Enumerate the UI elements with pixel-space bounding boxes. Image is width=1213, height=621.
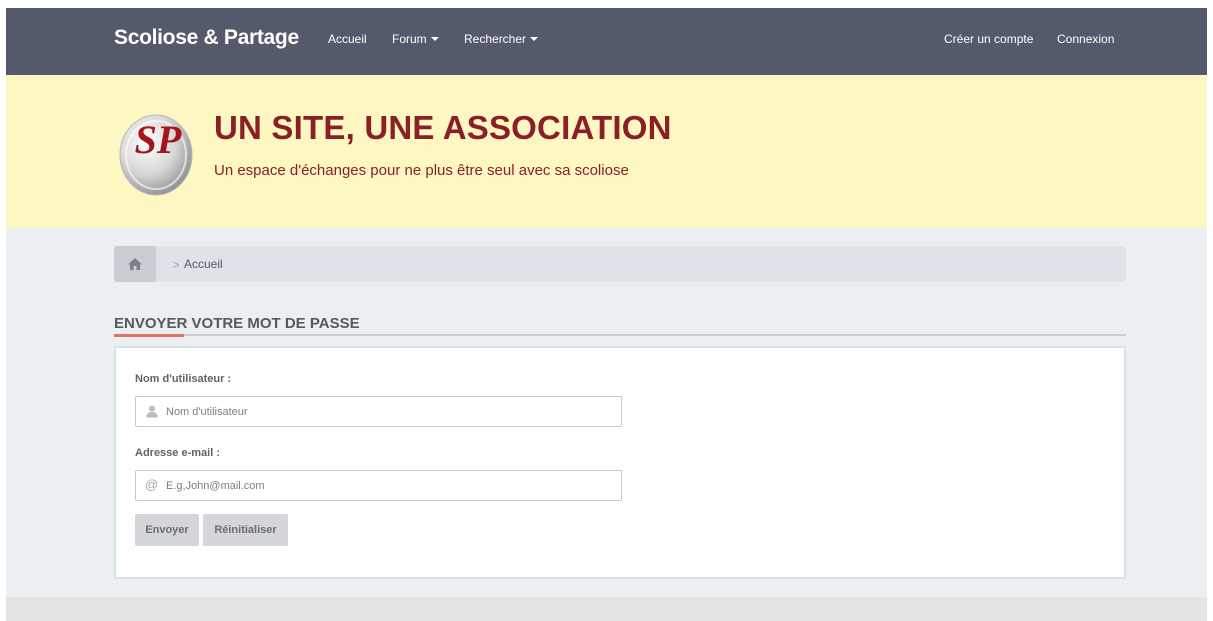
title-accent-bar bbox=[114, 334, 184, 337]
caret-down-icon bbox=[430, 36, 439, 41]
user-icon bbox=[146, 405, 158, 418]
logo-letter-s: SP bbox=[135, 117, 182, 162]
breadcrumb-item-accueil[interactable]: Accueil bbox=[184, 257, 223, 271]
site-banner: SP UN SITE, UNE ASSOCIATION Un espace d'… bbox=[6, 75, 1207, 228]
username-input[interactable] bbox=[166, 397, 616, 426]
password-reset-form: Nom d'utilisateur : Adresse e-mail : @ E… bbox=[114, 346, 1126, 579]
title-divider bbox=[114, 334, 1126, 336]
home-icon bbox=[128, 258, 142, 270]
footer-strip bbox=[6, 597, 1207, 621]
nav-login[interactable]: Connexion bbox=[1057, 32, 1114, 46]
page-frame: Scoliose & Partage Accueil Forum Recherc… bbox=[6, 8, 1207, 621]
caret-down-icon bbox=[530, 36, 539, 41]
nav-login-label: Connexion bbox=[1057, 32, 1115, 46]
breadcrumb: > Accueil bbox=[114, 246, 1126, 282]
banner-title: UN SITE, UNE ASSOCIATION bbox=[214, 109, 672, 146]
page-title: ENVOYER VOTRE MOT DE PASSE bbox=[114, 315, 360, 332]
email-label: Adresse e-mail : bbox=[135, 447, 220, 459]
brand-link[interactable]: Scoliose & Partage bbox=[114, 26, 299, 50]
banner-subtitle: Un espace d'échanges pour ne plus être s… bbox=[214, 162, 629, 179]
username-field-wrapper bbox=[135, 396, 622, 427]
at-icon: @ bbox=[145, 477, 159, 492]
email-field-wrapper: @ bbox=[135, 470, 622, 501]
nav-forum-dropdown[interactable]: Forum bbox=[392, 32, 439, 46]
nav-accueil[interactable]: Accueil bbox=[328, 32, 367, 46]
chevron-right-icon: > bbox=[172, 257, 180, 272]
reset-button[interactable]: Réinitialiser bbox=[203, 514, 288, 546]
nav-create-account[interactable]: Créer un compte bbox=[944, 32, 1033, 46]
nav-accueil-label: Accueil bbox=[328, 32, 367, 46]
site-logo[interactable]: SP bbox=[118, 111, 195, 197]
breadcrumb-home-button[interactable] bbox=[114, 246, 156, 282]
nav-rechercher-label: Rechercher bbox=[464, 32, 527, 46]
submit-button[interactable]: Envoyer bbox=[135, 514, 199, 546]
top-navbar: Scoliose & Partage Accueil Forum Recherc… bbox=[6, 8, 1207, 75]
nav-create-account-label: Créer un compte bbox=[944, 32, 1034, 46]
username-label: Nom d'utilisateur : bbox=[135, 373, 232, 385]
nav-rechercher-dropdown[interactable]: Rechercher bbox=[464, 32, 539, 46]
email-input[interactable] bbox=[166, 471, 616, 500]
nav-forum-label: Forum bbox=[392, 32, 427, 46]
